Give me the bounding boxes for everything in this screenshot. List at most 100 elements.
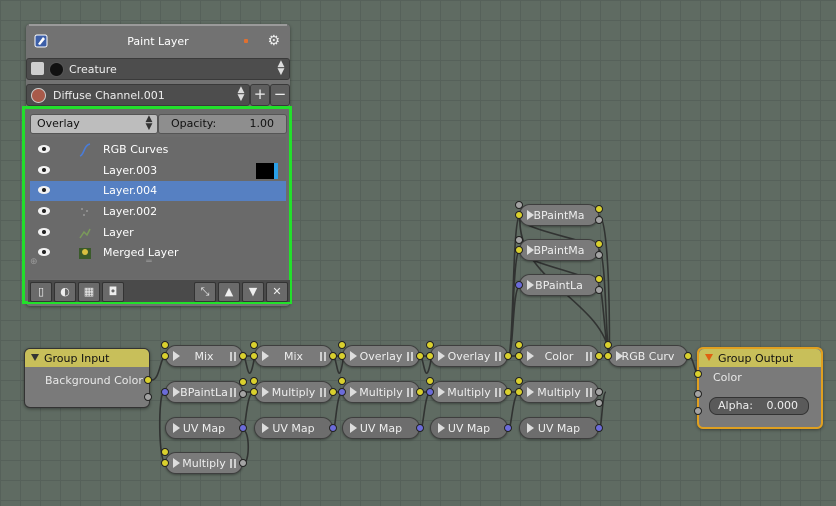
input-socket[interactable] (694, 407, 702, 415)
list-item[interactable]: RGB Curves (30, 140, 286, 160)
output-socket[interactable] (239, 459, 247, 467)
new-layer-icon[interactable]: ▯ (30, 282, 52, 302)
list-item[interactable]: Layer.003 (30, 161, 286, 181)
move-up-icon[interactable]: ▲ (218, 282, 240, 302)
collapse-triangle-icon[interactable] (31, 354, 39, 361)
output-socket[interactable] (595, 399, 603, 407)
input-socket[interactable] (426, 377, 434, 385)
vector-input-socket[interactable] (515, 281, 523, 289)
output-socket[interactable] (239, 352, 247, 360)
bpaintla-node[interactable]: BPaintLa (519, 274, 599, 296)
list-item[interactable]: Layer.002 (30, 202, 286, 222)
input-socket[interactable] (426, 352, 434, 360)
output-socket[interactable] (329, 388, 337, 396)
mask-layer-icon[interactable]: ◘ (102, 282, 124, 302)
merge-layers-icon[interactable]: ⤡ (194, 282, 216, 302)
vector-input-socket[interactable] (161, 388, 169, 396)
output-socket[interactable] (416, 388, 424, 396)
input-socket[interactable] (515, 246, 523, 254)
remove-material-button[interactable]: − (270, 84, 290, 106)
group-input-node[interactable]: Group Input Background Color (24, 348, 150, 408)
delete-layer-icon[interactable]: ✕ (266, 282, 288, 302)
input-socket[interactable] (250, 388, 258, 396)
output-socket[interactable] (144, 393, 152, 401)
eye-icon[interactable] (38, 248, 50, 256)
list-item[interactable]: Layer.004 (30, 181, 286, 201)
input-socket[interactable] (250, 341, 258, 349)
list-item[interactable]: Layer (30, 223, 286, 243)
panel-grip[interactable] (29, 24, 287, 30)
input-socket[interactable] (161, 341, 169, 349)
eye-icon[interactable] (38, 166, 50, 174)
bpaintma-node[interactable]: BPaintMa (519, 204, 599, 226)
gear-icon[interactable]: ⚙ (267, 33, 280, 49)
move-down-icon[interactable]: ▼ (242, 282, 264, 302)
input-socket[interactable] (515, 201, 523, 209)
output-socket[interactable] (595, 205, 603, 213)
vector-output-socket[interactable] (595, 424, 603, 432)
input-socket[interactable] (694, 390, 702, 398)
group-output-node[interactable]: Group Output Color Alpha: 0.000 (697, 347, 823, 429)
multiply-node[interactable]: Multiply (254, 381, 333, 403)
collapse-triangle-icon[interactable] (705, 354, 713, 361)
input-socket[interactable] (338, 352, 346, 360)
material-select[interactable]: Diffuse Channel.001 ▲ ▼ (26, 84, 250, 106)
vector-output-socket[interactable] (416, 424, 424, 432)
vector-output-socket[interactable] (329, 424, 337, 432)
input-socket[interactable] (338, 341, 346, 349)
input-socket[interactable] (250, 377, 258, 385)
eye-icon[interactable] (38, 207, 50, 215)
output-socket[interactable] (684, 352, 692, 360)
input-socket[interactable] (515, 236, 523, 244)
input-socket[interactable] (250, 352, 258, 360)
alpha-field[interactable]: Alpha: 0.000 (709, 397, 809, 415)
uv-map-node[interactable]: UV Map (254, 417, 333, 439)
input-socket[interactable] (515, 341, 523, 349)
color-node[interactable]: Color (519, 345, 599, 367)
output-socket[interactable] (144, 376, 152, 384)
multiply-node[interactable]: Multiply (519, 381, 599, 403)
uv-map-node[interactable]: UV Map (342, 417, 420, 439)
input-socket[interactable] (161, 459, 169, 467)
output-socket[interactable] (595, 388, 603, 396)
output-socket[interactable] (239, 390, 247, 398)
vector-input-socket[interactable] (426, 388, 434, 396)
input-socket[interactable] (338, 377, 346, 385)
vector-output-socket[interactable] (504, 424, 512, 432)
output-socket[interactable] (329, 352, 337, 360)
object-select[interactable]: Creature ▲ ▼ (26, 58, 290, 80)
output-socket[interactable] (595, 286, 603, 294)
output-socket[interactable] (595, 251, 603, 259)
output-socket[interactable] (239, 378, 247, 386)
mix-node[interactable]: Mix (254, 345, 333, 367)
opacity-slider[interactable]: Opacity: 1.00 (158, 114, 287, 134)
overlay-node[interactable]: Overlay (430, 345, 508, 367)
mix-node[interactable]: Mix (165, 345, 243, 367)
output-socket[interactable] (595, 216, 603, 224)
blend-mode-select[interactable]: Overlay ▲ ▼ (30, 114, 158, 134)
input-socket[interactable] (604, 341, 612, 349)
multiply-node[interactable]: Multiply (342, 381, 420, 403)
adjustment-layer-icon[interactable]: ◐ (54, 282, 76, 302)
eye-icon[interactable] (38, 145, 50, 153)
uv-map-node[interactable]: UV Map (519, 417, 599, 439)
output-socket[interactable] (595, 240, 603, 248)
vector-input-socket[interactable] (338, 388, 346, 396)
input-socket[interactable] (426, 341, 434, 349)
input-socket[interactable] (694, 370, 702, 378)
input-socket[interactable] (515, 388, 523, 396)
rgb-curves-node[interactable]: RGB Curv (608, 345, 688, 367)
input-socket[interactable] (515, 377, 523, 385)
output-socket[interactable] (595, 352, 603, 360)
output-socket[interactable] (504, 352, 512, 360)
multiply-node[interactable]: Multiply (430, 381, 508, 403)
eye-icon[interactable] (38, 186, 50, 194)
pin-dot-icon[interactable] (244, 39, 248, 43)
input-socket[interactable] (161, 352, 169, 360)
input-socket[interactable] (515, 211, 523, 219)
overlay-node[interactable]: Overlay (342, 345, 420, 367)
input-socket[interactable] (604, 352, 612, 360)
input-socket[interactable] (515, 352, 523, 360)
eye-icon[interactable] (38, 228, 50, 236)
image-layer-icon[interactable]: ▦ (78, 282, 100, 302)
